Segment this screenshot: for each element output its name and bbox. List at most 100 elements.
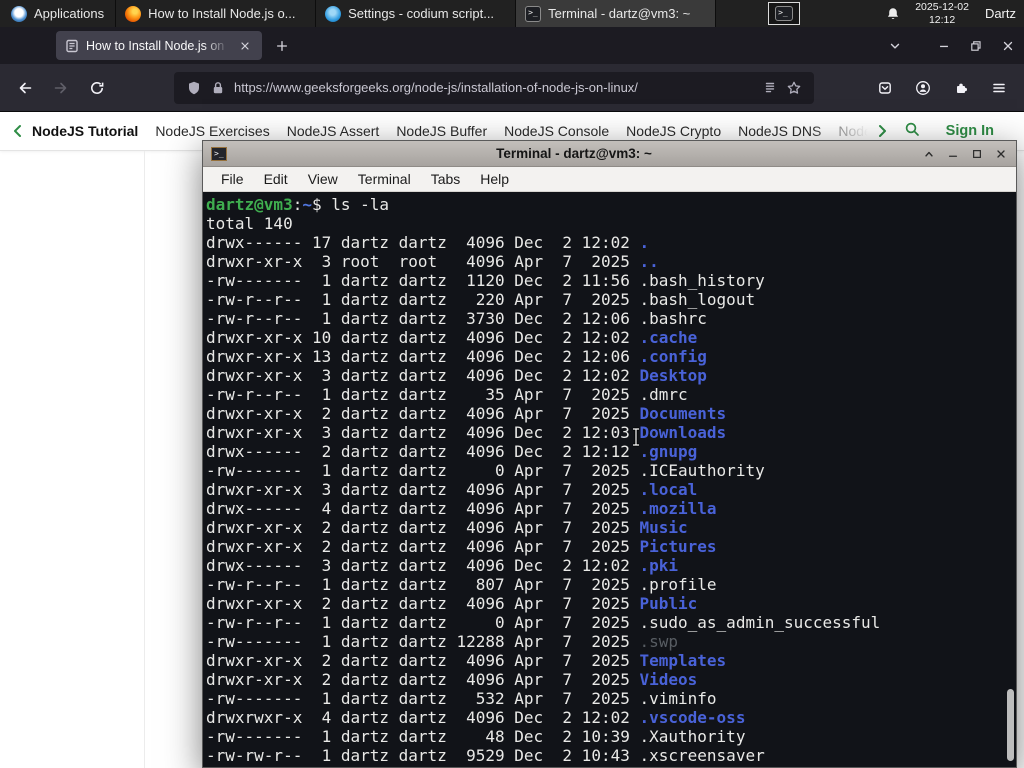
menu-view[interactable]: View: [298, 169, 348, 189]
terminal-listing-row: -rw------- 1 dartz dartz 48 Dec 2 10:39 …: [206, 727, 746, 746]
terminal-listing: drwx------ 17 dartz dartz 4096 Dec 2 12:…: [206, 233, 1016, 765]
terminal-listing-row: drwxr-xr-x 2 dartz dartz 4096 Apr 7 2025…: [206, 537, 717, 556]
pocket-icon[interactable]: [870, 73, 900, 103]
menu-edit[interactable]: Edit: [254, 169, 298, 189]
terminal-shade-button[interactable]: [921, 146, 936, 161]
sign-in-button[interactable]: Sign In: [946, 123, 994, 139]
terminal-maximize-button[interactable]: [969, 146, 984, 161]
terminal-window-title: Terminal - dartz@vm3: ~: [496, 146, 652, 161]
browser-tab[interactable]: How to Install Node.js on: [56, 31, 262, 60]
browser-window-controls: [928, 27, 1024, 64]
terminal-listing-row: drwxr-xr-x 2 dartz dartz 4096 Apr 7 2025…: [206, 518, 688, 537]
tab-title: How to Install Node.js on: [86, 38, 225, 53]
terminal-icon: [525, 5, 542, 22]
toolbar-right-icons: [870, 73, 1014, 103]
terminal-listing-row: -rw-r--r-- 1 dartz dartz 220 Apr 7 2025 …: [206, 290, 756, 309]
terminal-listing-row: drwxrwxr-x 4 dartz dartz 4096 Dec 2 12:0…: [206, 708, 746, 727]
new-tab-button[interactable]: [268, 32, 296, 60]
taskbar-item-label: Settings - codium script...: [348, 6, 495, 21]
nav-item-next[interactable]: Node: [838, 123, 867, 139]
browser-restore-button[interactable]: [960, 27, 992, 64]
terminal-listing-row: -rw-r--r-- 1 dartz dartz 807 Apr 7 2025 …: [206, 575, 717, 594]
terminal-listing-row: drwxr-xr-x 3 dartz dartz 4096 Dec 2 12:0…: [206, 366, 707, 385]
taskbar-item-settings[interactable]: Settings - codium script...: [316, 0, 517, 27]
terminal-total-line: total 140: [206, 214, 293, 233]
terminal-titlebar[interactable]: Terminal - dartz@vm3: ~: [203, 141, 1016, 167]
clock[interactable]: 2025-12-02 12:12: [915, 1, 969, 26]
terminal-minimize-button[interactable]: [945, 146, 960, 161]
account-icon[interactable]: [908, 73, 938, 103]
terminal-prompt-line: dartz@vm3:~$ ls -la: [206, 195, 390, 214]
terminal-scrollbar[interactable]: [1005, 192, 1015, 766]
terminal-listing-row: -rw------- 1 dartz dartz 532 Apr 7 2025 …: [206, 689, 717, 708]
terminal-listing-row: -rw-r--r-- 1 dartz dartz 0 Apr 7 2025 .s…: [206, 613, 881, 632]
tracking-shield-icon[interactable]: [186, 80, 202, 96]
terminal-listing-row: drwx------ 2 dartz dartz 4096 Dec 2 12:1…: [206, 442, 698, 461]
menu-hamburger-icon[interactable]: [984, 73, 1014, 103]
scrollbar-thumb[interactable]: [1007, 689, 1014, 761]
clock-time: 12:12: [928, 13, 956, 26]
tab-close-button[interactable]: [236, 37, 254, 55]
nav-scroll-left-icon[interactable]: [8, 121, 28, 141]
browser-minimize-button[interactable]: [928, 27, 960, 64]
terminal-listing-row: drwxr-xr-x 2 dartz dartz 4096 Apr 7 2025…: [206, 404, 727, 423]
list-all-tabs-button[interactable]: [880, 27, 910, 64]
terminal-listing-row: drwxr-xr-x 2 dartz dartz 4096 Apr 7 2025…: [206, 670, 698, 689]
menu-terminal[interactable]: Terminal: [348, 169, 421, 189]
top-panel: Applications How to Install Node.js o...…: [0, 0, 1024, 27]
taskbar-item-label: Terminal - dartz@vm3: ~: [548, 6, 691, 21]
terminal-window-controls: [921, 146, 1008, 161]
notification-bell-icon[interactable]: [885, 6, 901, 22]
clock-date: 2025-12-02: [915, 1, 969, 14]
menu-tabs[interactable]: Tabs: [421, 169, 471, 189]
bookmark-star-icon[interactable]: [786, 80, 802, 96]
terminal-listing-row: -rw------- 1 dartz dartz 12288 Apr 7 202…: [206, 632, 679, 651]
taskbar-item-terminal[interactable]: Terminal - dartz@vm3: ~: [516, 0, 717, 27]
page-column-divider: [144, 151, 145, 768]
nav-item-dns[interactable]: NodeJS DNS: [738, 123, 821, 139]
applications-label: Applications: [34, 6, 105, 21]
terminal-close-button[interactable]: [993, 146, 1008, 161]
terminal-listing-row: -rw-r--r-- 1 dartz dartz 3730 Dec 2 12:0…: [206, 309, 707, 328]
url-input[interactable]: https://www.geeksforgeeks.org/node-js/in…: [234, 80, 754, 95]
terminal-listing-row: drwxr-xr-x 3 root root 4096 Apr 7 2025 .…: [206, 252, 659, 271]
menu-file[interactable]: File: [211, 169, 254, 189]
taskbar-item-browser[interactable]: How to Install Node.js o...: [116, 0, 317, 27]
terminal-output[interactable]: dartz@vm3:~$ ls -la total 140 drwx------…: [203, 192, 1016, 767]
applications-icon: [11, 5, 27, 22]
browser-close-button[interactable]: [992, 27, 1024, 64]
terminal-menubar: File Edit View Terminal Tabs Help: [203, 167, 1016, 192]
terminal-icon: [775, 6, 794, 21]
terminal-listing-row: -rw------- 1 dartz dartz 0 Apr 7 2025 .I…: [206, 461, 765, 480]
extensions-puzzle-icon[interactable]: [946, 73, 976, 103]
panel-status-area: 2025-12-02 12:12 Dartz: [885, 0, 1024, 27]
nav-item-exercises[interactable]: NodeJS Exercises: [155, 123, 269, 139]
reader-mode-icon[interactable]: [762, 80, 778, 96]
menu-help[interactable]: Help: [470, 169, 519, 189]
back-button[interactable]: [10, 73, 40, 103]
desktop: Applications How to Install Node.js o...…: [0, 0, 1024, 768]
nav-item-assert[interactable]: NodeJS Assert: [287, 123, 380, 139]
nav-item-tutorial[interactable]: NodeJS Tutorial: [32, 123, 138, 139]
user-menu[interactable]: Dartz: [983, 6, 1018, 21]
taskbar-item-label: How to Install Node.js o...: [148, 6, 296, 21]
nav-scroll-right-icon[interactable]: [872, 121, 892, 141]
search-icon[interactable]: [904, 121, 924, 141]
tray-terminal-indicator[interactable]: [768, 2, 801, 25]
terminal-listing-row: -rw-rw-r-- 1 dartz dartz 9529 Dec 2 10:4…: [206, 746, 765, 765]
nav-item-console[interactable]: NodeJS Console: [504, 123, 609, 139]
lock-icon[interactable]: [210, 80, 226, 96]
nav-item-crypto[interactable]: NodeJS Crypto: [626, 123, 721, 139]
url-bar[interactable]: https://www.geeksforgeeks.org/node-js/in…: [174, 71, 814, 104]
terminal-listing-row: drwxr-xr-x 2 dartz dartz 4096 Apr 7 2025…: [206, 651, 727, 670]
tabstrip-right-controls: [880, 27, 1024, 64]
terminal-listing-row: drwxr-xr-x 10 dartz dartz 4096 Dec 2 12:…: [206, 328, 698, 347]
reload-button[interactable]: [82, 73, 112, 103]
applications-menu-button[interactable]: Applications: [0, 0, 117, 27]
browser-tab-strip: How to Install Node.js on: [0, 27, 1024, 64]
forward-button[interactable]: [46, 73, 76, 103]
terminal-listing-row: drwxr-xr-x 3 dartz dartz 4096 Apr 7 2025…: [206, 480, 698, 499]
nav-item-buffer[interactable]: NodeJS Buffer: [396, 123, 487, 139]
site-nav-items: NodeJS Tutorial NodeJS Exercises NodeJS …: [32, 123, 868, 139]
firefox-icon: [125, 5, 142, 22]
